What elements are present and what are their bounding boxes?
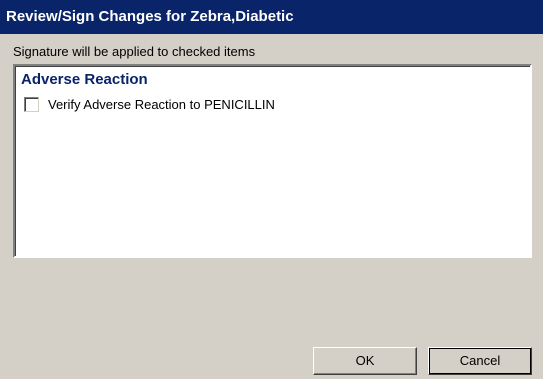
ok-button[interactable]: OK [313,347,417,375]
list-item-verify-adverse-reaction[interactable]: Verify Adverse Reaction to PENICILLIN [24,95,275,113]
dialog-title: Review/Sign Changes for Zebra,Diabetic [0,0,543,34]
changes-listbox[interactable]: Adverse Reaction Verify Adverse Reaction… [13,64,532,258]
instruction-text: Signature will be applied to checked ite… [13,44,256,59]
cancel-button[interactable]: Cancel [428,347,532,375]
group-header-adverse-reaction: Adverse Reaction [21,71,148,88]
item-checkbox[interactable] [24,96,39,112]
list-item-label: Verify Adverse Reaction to PENICILLIN [48,96,275,112]
review-sign-dialog: Review/Sign Changes for Zebra,Diabetic S… [0,0,543,379]
